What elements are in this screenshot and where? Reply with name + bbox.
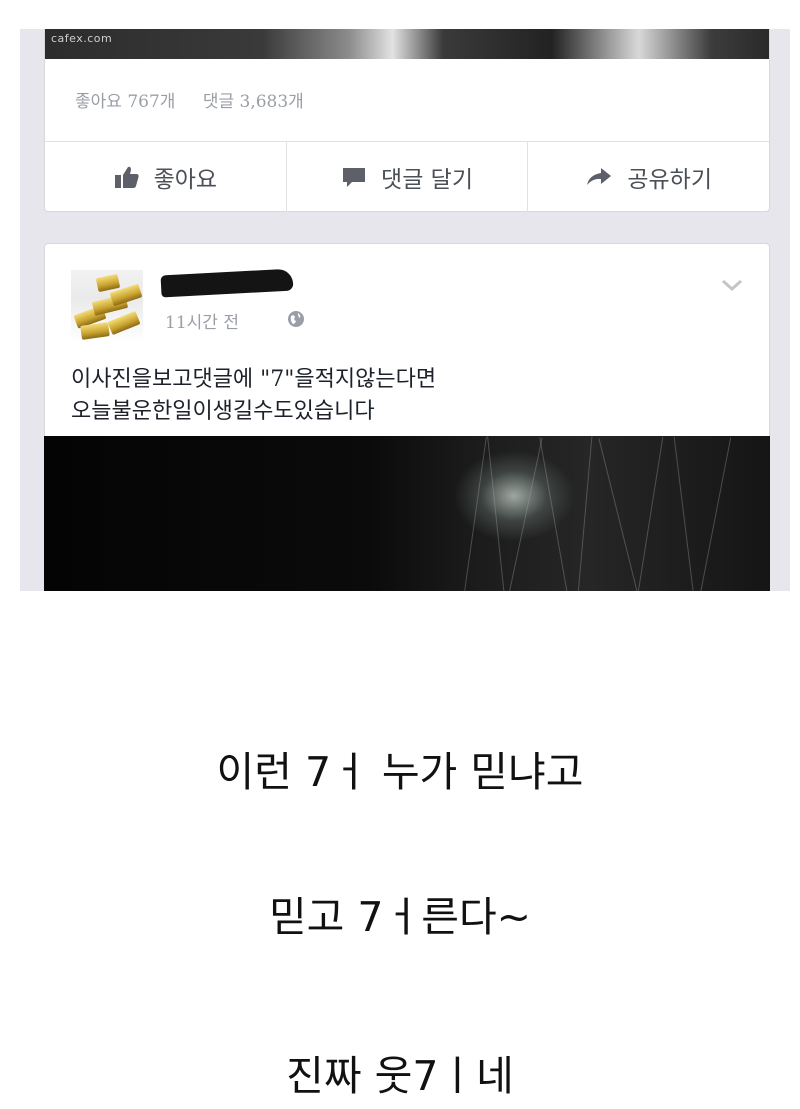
- share-button[interactable]: 공유하기: [528, 142, 769, 212]
- globe-icon: [288, 311, 304, 327]
- comments-count[interactable]: 댓글 3,683개: [203, 92, 304, 112]
- thumbs-up-icon: [114, 166, 139, 188]
- watermark: cafex.com: [51, 32, 113, 45]
- speech-bubble-icon: [343, 168, 366, 187]
- post-text-line-2: 오늘불운한일이생길수도있습니다: [71, 399, 375, 424]
- previous-post-image: cafex.com: [45, 29, 769, 59]
- caption-line-1: 이런 7ㅓ 누가 믿냐고: [216, 748, 584, 796]
- like-label: 좋아요: [153, 167, 218, 193]
- share-label: 공유하기: [627, 167, 712, 193]
- share-arrow-icon: [587, 168, 612, 185]
- post-text-line-1: 이사진을보고댓글에 "7"을적지않는다면: [71, 367, 437, 392]
- reaction-stats: 좋아요 767개 댓글 3,683개: [75, 87, 326, 112]
- comment-button[interactable]: 댓글 달기: [287, 142, 529, 212]
- post-body: 이사진을보고댓글에 "7"을적지않는다면 오늘불운한일이생길수도있습니다: [71, 364, 436, 428]
- previous-post-card: cafex.com 좋아요 767개 댓글 3,683개 좋아요 댓글 달기 공…: [44, 29, 770, 212]
- likes-count[interactable]: 좋아요 767개: [75, 92, 175, 112]
- caption-line-2: 믿고 7ㅓ른다~: [268, 893, 532, 941]
- chevron-down-icon[interactable]: [721, 278, 743, 292]
- author-name-redacted[interactable]: [160, 268, 294, 298]
- post-action-bar: 좋아요 댓글 달기 공유하기: [45, 141, 769, 212]
- facebook-feed-screenshot: cafex.com 좋아요 767개 댓글 3,683개 좋아요 댓글 달기 공…: [20, 29, 790, 591]
- author-avatar[interactable]: [71, 270, 143, 342]
- comment-label: 댓글 달기: [381, 167, 473, 193]
- caption-line-3: 진짜 웃7ㅣ네: [286, 1052, 514, 1100]
- like-button[interactable]: 좋아요: [45, 142, 287, 212]
- post-timestamp[interactable]: 11시간 전: [165, 308, 239, 333]
- post-card: 11시간 전 이사진을보고댓글에 "7"을적지않는다면 오늘불운한일이생길수도있…: [44, 243, 770, 591]
- post-photo[interactable]: [44, 436, 770, 591]
